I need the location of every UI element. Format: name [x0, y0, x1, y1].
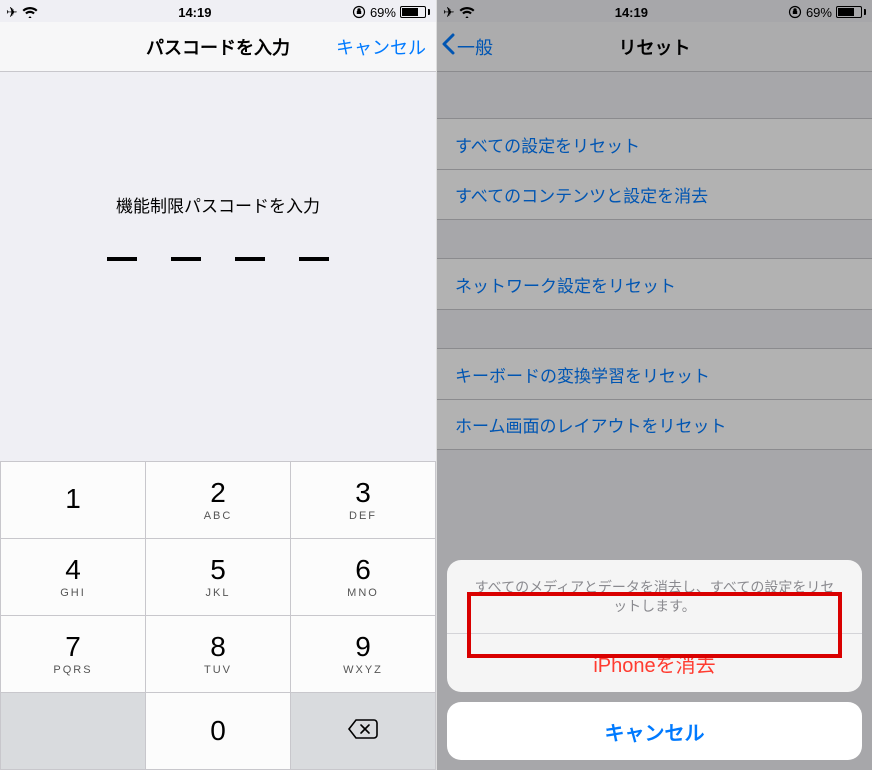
key-6[interactable]: 6MNO: [291, 539, 436, 616]
number-keypad: 1 2ABC 3DEF 4GHI 5JKL 6MNO 7PQRS 8TUV 9W…: [0, 461, 436, 770]
key-9[interactable]: 9WXYZ: [291, 616, 436, 693]
passcode-dash: [235, 257, 265, 261]
action-sheet: すべてのメディアとデータを消去し、すべての設定をリセットします。 iPhoneを…: [447, 560, 862, 760]
orientation-lock-icon: [352, 5, 366, 19]
passcode-dash: [107, 257, 137, 261]
key-7[interactable]: 7PQRS: [1, 616, 146, 693]
key-8[interactable]: 8TUV: [146, 616, 291, 693]
battery-icon: [400, 6, 430, 18]
key-4[interactable]: 4GHI: [1, 539, 146, 616]
backspace-icon: [347, 727, 379, 744]
action-sheet-cancel-button[interactable]: キャンセル: [447, 702, 862, 760]
key-empty: [1, 693, 146, 770]
passcode-field: [0, 257, 436, 261]
key-5[interactable]: 5JKL: [146, 539, 291, 616]
navbar-title: パスコードを入力: [146, 34, 290, 60]
status-bar: ✈ 14:19 69%: [0, 0, 436, 22]
wifi-icon: [22, 6, 38, 18]
passcode-dash: [171, 257, 201, 261]
battery-percent: 69%: [370, 5, 396, 20]
passcode-dash: [299, 257, 329, 261]
passcode-prompt: 機能制限パスコードを入力: [0, 192, 436, 217]
key-3[interactable]: 3DEF: [291, 462, 436, 539]
status-time: 14:19: [178, 5, 211, 20]
screen-passcode: ✈ 14:19 69% パスコードを入力 キャンセル 機能制限パスコードを入: [0, 0, 436, 770]
key-2[interactable]: 2ABC: [146, 462, 291, 539]
key-0[interactable]: 0: [146, 693, 291, 770]
navbar: パスコードを入力 キャンセル: [0, 22, 436, 72]
screen-reset: ✈ 14:19 69% 一般: [436, 0, 872, 770]
cancel-button[interactable]: キャンセル: [336, 22, 426, 71]
airplane-icon: ✈: [6, 5, 18, 19]
erase-iphone-button[interactable]: iPhoneを消去: [447, 634, 862, 692]
action-sheet-message: すべてのメディアとデータを消去し、すべての設定をリセットします。: [447, 560, 862, 634]
key-backspace[interactable]: [291, 693, 436, 770]
key-1[interactable]: 1: [1, 462, 146, 539]
